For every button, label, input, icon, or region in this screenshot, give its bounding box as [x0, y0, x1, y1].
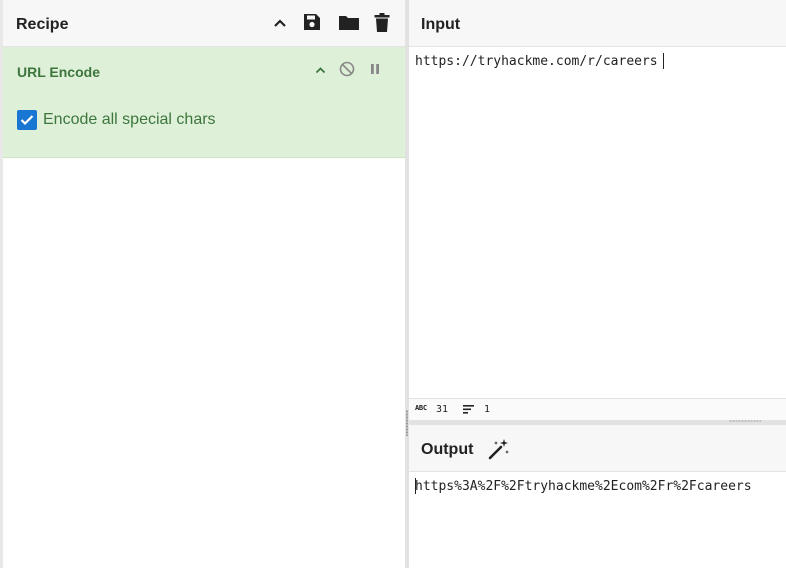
input-status-bar: ABC 31 1 [409, 398, 786, 421]
lines-icon [463, 405, 474, 414]
magic-button[interactable] [487, 437, 511, 461]
recipe-header: Recipe [3, 0, 405, 47]
load-recipe-button[interactable] [337, 11, 361, 33]
save-icon [304, 14, 320, 30]
chevron-up-icon [274, 19, 286, 27]
text-caret [415, 478, 416, 494]
url-encode-operation: URL Encode Encode all special chars [3, 47, 405, 158]
output-title: Output [421, 441, 474, 458]
folder-icon [339, 15, 359, 30]
input-text: https://tryhackme.com/r/careers [415, 54, 658, 69]
operation-title: URL Encode [17, 64, 100, 80]
recipe-title: Recipe [16, 16, 69, 33]
pause-icon [371, 64, 379, 74]
output-textarea[interactable]: https%3A%2F%2Ftryhackme%2Ecom%2Fr%2Fcare… [409, 472, 786, 568]
length-icon: ABC [415, 404, 427, 412]
output-text: https%3A%2F%2Ftryhackme%2Ecom%2Fr%2Fcare… [415, 479, 752, 494]
encode-all-label[interactable]: Encode all special chars [43, 111, 216, 129]
magic-wand-icon [488, 439, 509, 460]
disable-operation-button[interactable] [337, 59, 357, 79]
collapse-recipe-button[interactable] [269, 12, 291, 34]
output-header: Output [409, 425, 786, 472]
recipe-pane: Recipe URL Encode Encode all special cha… [0, 0, 405, 568]
chevron-up-icon [315, 67, 325, 74]
save-recipe-button[interactable] [301, 11, 323, 33]
input-length: 31 [436, 404, 449, 415]
input-header: Input [409, 0, 786, 47]
encode-all-checkbox[interactable] [17, 110, 37, 130]
input-textarea[interactable]: https://tryhackme.com/r/careers [409, 47, 786, 398]
input-lines: 1 [484, 404, 491, 415]
breakpoint-button[interactable] [365, 59, 385, 79]
clear-recipe-button[interactable] [371, 11, 393, 33]
input-title: Input [421, 16, 461, 33]
trash-icon [374, 12, 390, 32]
disable-icon [339, 61, 355, 77]
grip-dots [406, 410, 408, 436]
text-caret [663, 53, 664, 69]
checkmark-icon [20, 115, 34, 126]
grip-dots [729, 420, 761, 422]
collapse-operation-button[interactable] [310, 60, 330, 80]
